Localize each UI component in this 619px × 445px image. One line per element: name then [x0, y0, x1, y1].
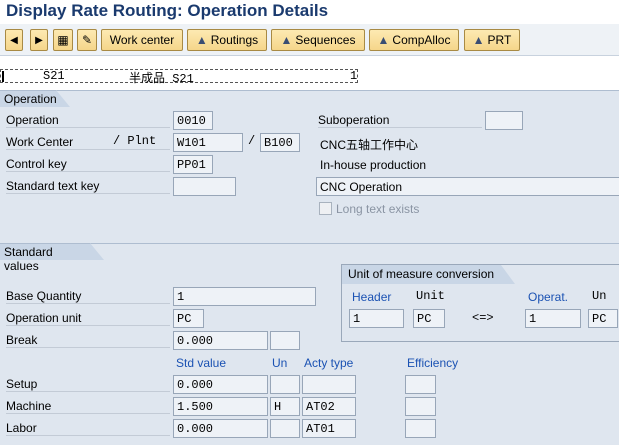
prt-button[interactable]: ▲ PRT	[464, 29, 520, 51]
uom-header-field[interactable]: 1	[349, 309, 404, 328]
operation-description-field[interactable]: CNC Operation	[316, 177, 619, 196]
uom-header-unit-field[interactable]: PC	[413, 309, 445, 328]
operation-group-title: Operation	[0, 90, 70, 107]
setup-label: Setup	[6, 377, 170, 392]
unit-column-header: Un	[272, 356, 288, 370]
mountain-icon: ▲	[377, 33, 390, 47]
control-key-description: In-house production	[320, 158, 427, 172]
labor-activity-field[interactable]: AT01	[302, 419, 356, 438]
sequences-button[interactable]: ▲ Sequences	[271, 29, 365, 51]
overview-icon: ▦	[57, 33, 69, 47]
machine-label: Machine	[6, 399, 170, 414]
uom-unit-label: Unit	[416, 289, 445, 303]
machine-value-field[interactable]: 1.500	[173, 397, 268, 416]
compalloc-button-label: CompAlloc	[392, 33, 451, 47]
base-quantity-label: Base Quantity	[6, 289, 170, 304]
control-key-field[interactable]: PP01	[173, 155, 213, 174]
compalloc-button[interactable]: ▲ CompAlloc	[369, 29, 459, 51]
mountain-icon: ▲	[472, 33, 485, 47]
setup-activity-field[interactable]	[302, 375, 356, 394]
mountain-icon: ▲	[280, 33, 293, 47]
plant-separator: /	[248, 134, 256, 148]
text-cursor	[2, 71, 4, 82]
work-center-button[interactable]: Work center	[101, 29, 183, 51]
long-text-label: Long text exists	[336, 202, 420, 216]
plant-label: / Plnt	[113, 134, 157, 148]
header-strip: S21 半成品 S21 1	[0, 56, 619, 90]
pencil-icon: ✎	[81, 33, 93, 47]
application-toolbar: ◀ ▶ ▦ ✎ Work center ▲ Routings ▲ Sequenc…	[0, 24, 619, 56]
break-label: Break	[6, 333, 170, 348]
overview-button[interactable]: ▦	[53, 29, 73, 51]
machine-activity-field[interactable]: AT02	[302, 397, 356, 416]
prt-button-label: PRT	[487, 33, 512, 47]
base-quantity-field[interactable]: 1	[173, 287, 316, 306]
operation-field[interactable]: 0010	[173, 111, 213, 130]
efficiency-column-header: Efficiency	[407, 356, 459, 370]
standard-text-key-label: Standard text key	[6, 179, 170, 194]
header-counter: 1	[350, 69, 358, 83]
machine-unit-field[interactable]: H	[270, 397, 300, 416]
uom-operat-field[interactable]: 1	[525, 309, 581, 328]
next-button[interactable]: ▶	[30, 29, 48, 51]
break-field[interactable]: 0.000	[173, 331, 268, 350]
labor-label: Labor	[6, 421, 170, 436]
operation-unit-field[interactable]: PC	[173, 309, 204, 328]
setup-unit-field[interactable]	[270, 375, 300, 394]
triangle-right-icon: ▶	[35, 34, 43, 46]
standard-values-group-title: Standard values	[0, 243, 104, 273]
standard-text-key-field[interactable]	[173, 177, 236, 196]
routings-button-label: Routings	[210, 33, 259, 47]
uom-operat-unit-field[interactable]: PC	[588, 309, 618, 328]
operation-unit-label: Operation unit	[6, 311, 170, 326]
mountain-icon: ▲	[195, 33, 208, 47]
sequences-button-label: Sequences	[295, 33, 356, 47]
labor-unit-field[interactable]	[270, 419, 300, 438]
work-center-description: CNC五轴工作中心	[320, 138, 418, 152]
uom-conversion-title: Unit of measure conversion	[342, 265, 515, 284]
previous-button[interactable]: ◀	[5, 29, 23, 51]
header-description: 半成品 S21	[129, 72, 194, 86]
control-key-label: Control key	[6, 157, 170, 172]
header-material: S21	[43, 69, 65, 83]
plant-field[interactable]: B100	[260, 133, 300, 152]
uom-conversion-arrow: <=>	[472, 311, 494, 325]
std-value-column-header: Std value	[176, 356, 227, 370]
labor-efficiency-field[interactable]	[405, 419, 436, 438]
uom-un-label: Un	[592, 289, 607, 303]
operation-label: Operation	[6, 113, 170, 128]
labor-value-field[interactable]: 0.000	[173, 419, 268, 438]
triangle-left-icon: ◀	[10, 34, 18, 46]
window-title: Display Rate Routing: Operation Details	[0, 0, 619, 24]
activity-type-column-header: Acty type	[304, 356, 354, 370]
uom-operat-label: Operat.	[528, 290, 569, 304]
work-center-field[interactable]: W101	[173, 133, 243, 152]
suboperation-label: Suboperation	[318, 113, 482, 128]
long-text-checkbox[interactable]	[319, 202, 332, 215]
setup-efficiency-field[interactable]	[405, 375, 436, 394]
setup-value-field[interactable]: 0.000	[173, 375, 268, 394]
machine-efficiency-field[interactable]	[405, 397, 436, 416]
routings-button[interactable]: ▲ Routings	[187, 29, 267, 51]
uom-header-label: Header	[352, 290, 392, 304]
suboperation-field[interactable]	[485, 111, 523, 130]
work-center-button-label: Work center	[109, 33, 175, 47]
break-unit-field[interactable]	[270, 331, 300, 350]
uom-conversion-box: Unit of measure conversion Header Unit O…	[341, 264, 619, 342]
header-row[interactable]: S21 半成品 S21 1	[0, 69, 358, 86]
edit-button[interactable]: ✎	[77, 29, 97, 51]
